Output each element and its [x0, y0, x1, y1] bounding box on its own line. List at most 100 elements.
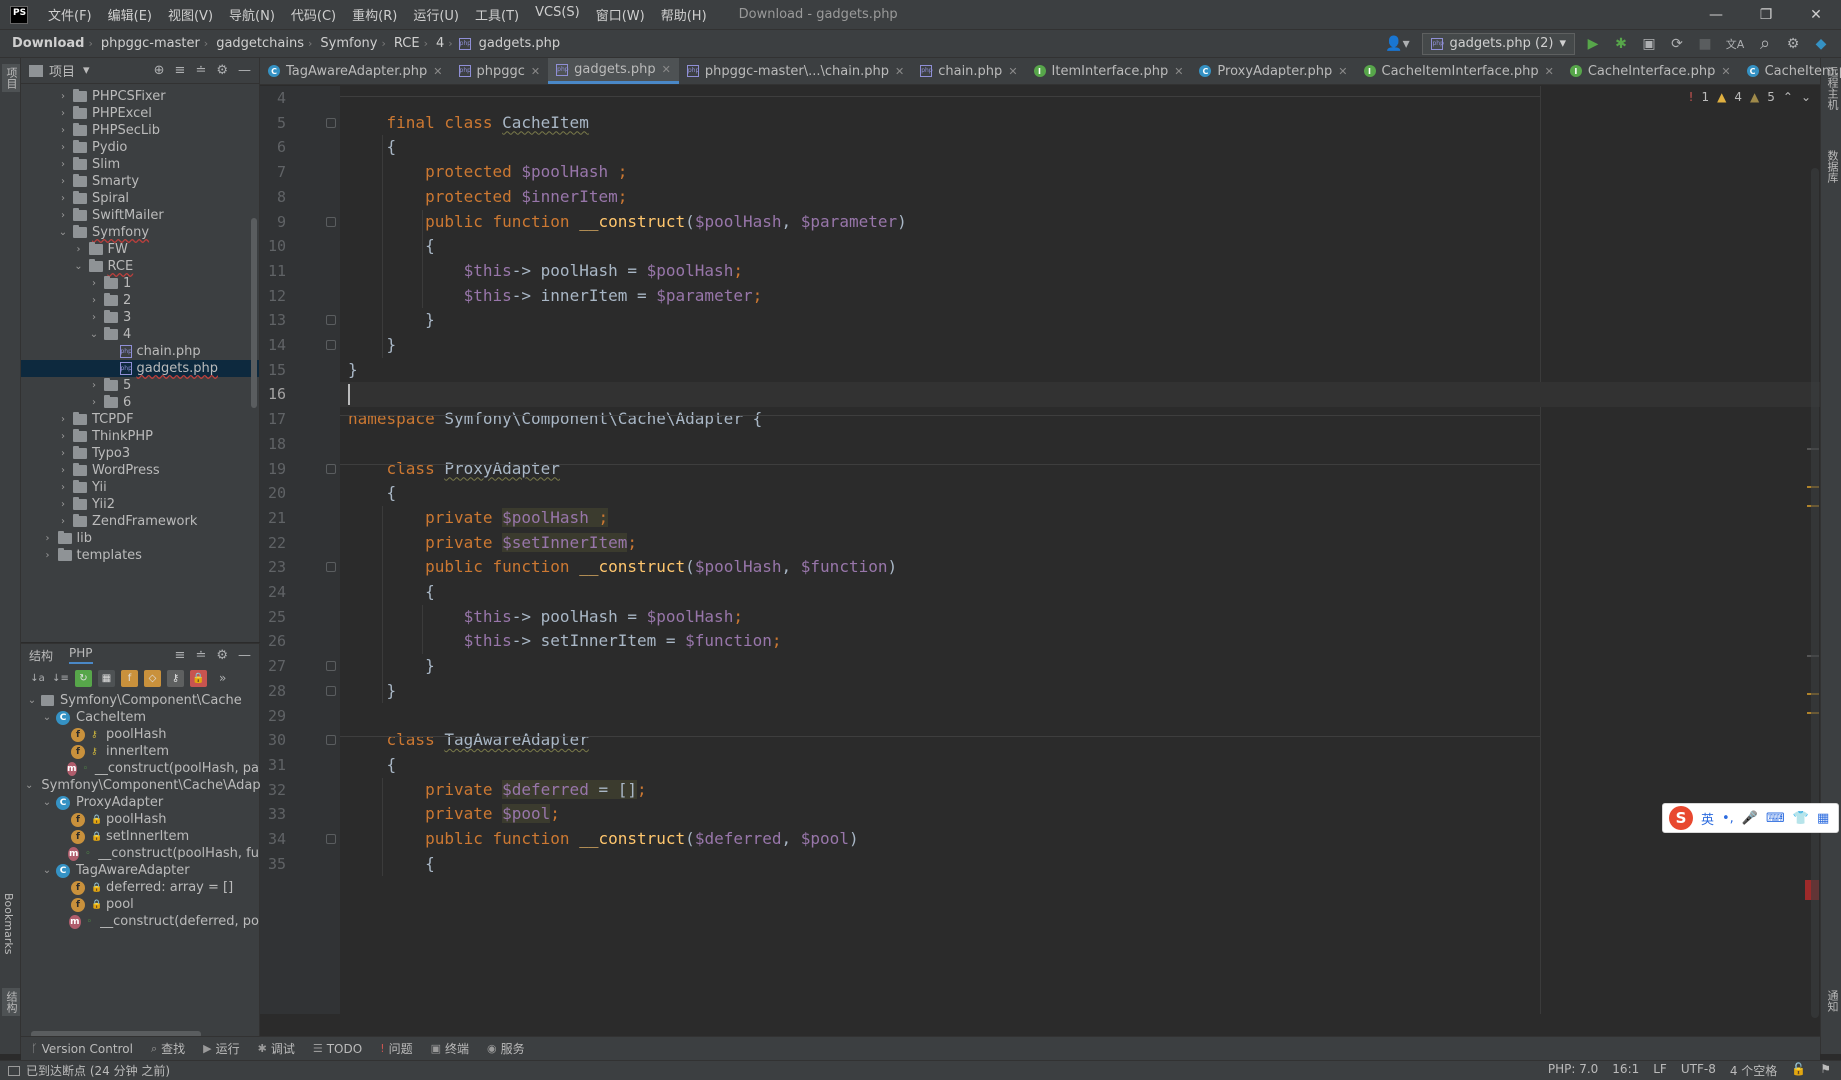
menu-item[interactable]: 视图(V) [160, 5, 221, 24]
tree-item[interactable]: › Yii [21, 479, 259, 496]
close-tab-icon[interactable]: ✕ [433, 65, 442, 78]
menu-item[interactable]: 运行(U) [405, 5, 467, 24]
tree-item[interactable]: ⌄ 4 [21, 326, 259, 343]
tree-item[interactable]: › FW [21, 241, 259, 258]
breadcrumb-item[interactable]: Download [0, 36, 88, 51]
menu-item[interactable]: 编辑(E) [100, 5, 160, 24]
editor-tab[interactable]: php phpggc ✕ [451, 58, 549, 84]
chevron-right-icon[interactable]: › [41, 550, 55, 561]
ime-toolbar[interactable]: S 英 •, 🎤 ⌨ 👕 ▦ [1662, 803, 1839, 833]
fold-marker-icon[interactable] [326, 117, 336, 128]
structure-toolbar-button[interactable]: ↻ [75, 669, 92, 687]
line-separator[interactable]: LF [1653, 1062, 1667, 1079]
structure-item[interactable]: f ⚷ innerItem [21, 743, 259, 760]
chevron-right-icon[interactable]: › [87, 295, 101, 306]
chevron-down-icon[interactable]: ⌄ [40, 797, 54, 808]
tree-item[interactable]: › templates [21, 547, 259, 564]
close-button[interactable]: ✕ [1791, 7, 1841, 23]
fold-marker-icon[interactable] [326, 562, 336, 573]
tree-item[interactable]: › Spiral [21, 190, 259, 207]
caret-position[interactable]: 16:1 [1612, 1062, 1639, 1079]
breadcrumb-item[interactable]: 4 [428, 36, 448, 51]
close-tab-icon[interactable]: ✕ [531, 65, 540, 78]
chevron-right-icon[interactable]: › [56, 193, 70, 204]
structure-item[interactable]: ⌄ Symfony\Component\Cache [21, 692, 259, 709]
close-tab-icon[interactable]: ✕ [1721, 65, 1730, 78]
chevron-right-icon[interactable]: › [87, 312, 101, 323]
editor-tab[interactable]: I ItemInterface.php ✕ [1026, 58, 1192, 84]
lock-icon[interactable]: 🔓 [1791, 1062, 1806, 1079]
structure-item[interactable]: ⌄ C TagAwareAdapter [21, 862, 259, 879]
run-icon[interactable]: ▶ [1583, 36, 1603, 52]
fold-marker-icon[interactable] [326, 735, 336, 746]
structure-item[interactable]: m ◦ __construct(poolHash, fu [21, 845, 259, 862]
tree-item[interactable]: › SwiftMailer [21, 207, 259, 224]
chevron-right-icon[interactable]: › [87, 278, 101, 289]
structure-item[interactable]: ⌄ C ProxyAdapter [21, 794, 259, 811]
tree-item[interactable]: › lib [21, 530, 259, 547]
structure-item[interactable]: f ⚷ poolHash [21, 726, 259, 743]
database-tool-tab[interactable]: 数据库 [1824, 150, 1840, 183]
gear-icon[interactable]: ⚙ [216, 648, 228, 663]
hide-icon[interactable]: — [238, 63, 251, 78]
tree-item[interactable]: › 2 [21, 292, 259, 309]
close-tab-icon[interactable]: ✕ [1008, 65, 1017, 78]
tree-item[interactable]: › PHPSecLib [21, 122, 259, 139]
bookmarks-tool-tab[interactable]: Bookmarks [2, 893, 15, 954]
menu-item[interactable]: 文件(F) [40, 5, 100, 24]
menu-item[interactable]: VCS(S) [527, 5, 588, 24]
tree-item[interactable]: ⌄ Symfony [21, 224, 259, 241]
stop-icon[interactable]: ■ [1695, 36, 1715, 52]
close-tab-icon[interactable]: ✕ [1174, 65, 1183, 78]
structure-item[interactable]: f 🔒 poolHash [21, 811, 259, 828]
next-problem-icon[interactable]: ⌄ [1801, 90, 1811, 104]
breadcrumb-item[interactable]: gadgets.php [471, 36, 564, 51]
breadcrumb-item[interactable]: gadgetchains [208, 36, 308, 51]
chevron-down-icon[interactable]: ⌄ [40, 865, 54, 876]
tool-window-button[interactable]: ◉ 服务 [487, 1040, 525, 1057]
tree-item[interactable]: › ZendFramework [21, 513, 259, 530]
tree-item[interactable]: › TCPDF [21, 411, 259, 428]
collapse-all-icon[interactable]: ≐ [195, 63, 206, 78]
structure-toolbar-button[interactable]: ↓a [29, 670, 46, 687]
structure-toolbar-button[interactable]: ◇ [144, 669, 161, 687]
code-editor[interactable]: final class CacheItem { protected $poolH… [340, 86, 1820, 1014]
chevron-right-icon[interactable]: › [41, 533, 55, 544]
breadcrumb-item[interactable]: phpggc-master [93, 36, 204, 51]
minimize-button[interactable]: — [1691, 7, 1741, 23]
chevron-right-icon[interactable]: › [56, 125, 70, 136]
tree-item[interactable]: › Smarty [21, 173, 259, 190]
structure-item[interactable]: f 🔒 setInnerItem [21, 828, 259, 845]
apps-icon[interactable]: ▦ [1817, 811, 1829, 826]
locate-icon[interactable]: ⊕ [154, 63, 165, 78]
tool-window-button[interactable]: ⌕ 查找 [151, 1040, 185, 1057]
menu-item[interactable]: 重构(R) [344, 5, 405, 24]
chevron-right-icon[interactable]: › [56, 465, 70, 476]
tool-window-button[interactable]: ☰ TODO [313, 1042, 362, 1056]
chevron-down-icon[interactable]: ⌄ [87, 329, 101, 340]
editor-tab[interactable]: php gadgets.php ✕ [548, 58, 679, 84]
tree-item[interactable]: › Typo3 [21, 445, 259, 462]
coverage-icon[interactable]: ▣ [1639, 36, 1659, 52]
structure-item[interactable]: m ◦ __construct(poolHash, pa [21, 760, 259, 777]
fold-marker-icon[interactable] [326, 216, 336, 227]
chevron-down-icon[interactable]: ⌄ [40, 712, 54, 723]
editor-tab[interactable]: I CacheInterface.php ✕ [1562, 58, 1739, 84]
tab-php[interactable]: PHP [69, 646, 93, 664]
structure-toolbar-button[interactable]: 🔒 [190, 669, 207, 687]
tree-item[interactable]: › Yii2 [21, 496, 259, 513]
fold-marker-icon[interactable] [326, 685, 336, 696]
expand-all-icon[interactable]: ≡ [175, 63, 186, 78]
layout-icon[interactable] [8, 1065, 20, 1076]
editor-scrollbar[interactable] [1811, 168, 1819, 1018]
structure-item[interactable]: ⌄ C CacheItem [21, 709, 259, 726]
tree-item[interactable]: php gadgets.php [21, 360, 259, 377]
breadcrumb-item[interactable]: Symfony [312, 36, 381, 51]
structure-tool-tab[interactable]: 结构 [2, 988, 20, 1016]
structure-item[interactable]: f 🔒 pool [21, 896, 259, 913]
chevron-right-icon[interactable]: › [56, 108, 70, 119]
menu-item[interactable]: 工具(T) [467, 5, 527, 24]
menu-item[interactable]: 窗口(W) [588, 5, 653, 24]
tree-item[interactable]: › ThinkPHP [21, 428, 259, 445]
notifications-tool-tab[interactable]: 通知 [1824, 990, 1840, 1012]
